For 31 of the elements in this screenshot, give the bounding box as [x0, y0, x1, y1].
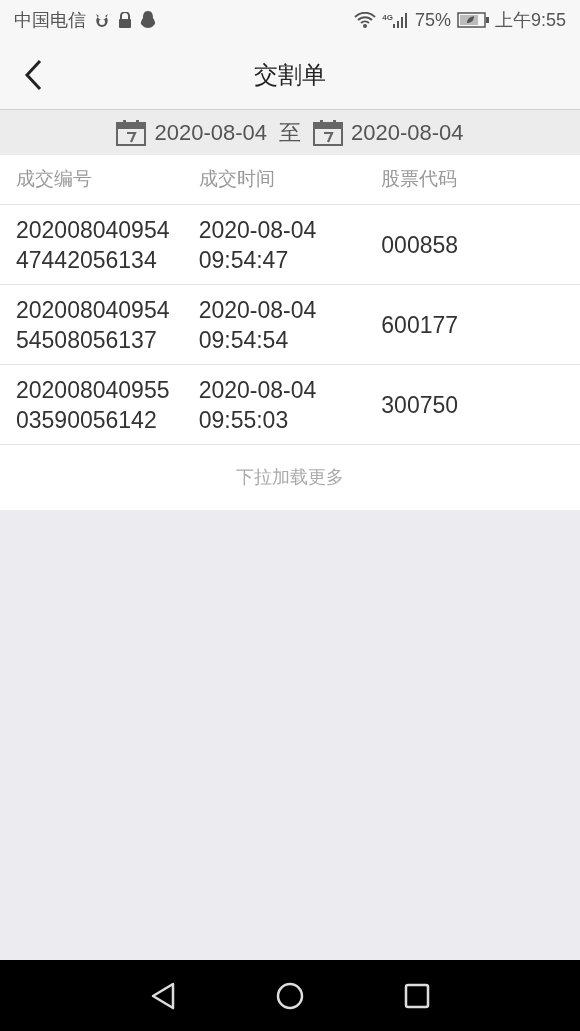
- back-nav-icon[interactable]: [150, 981, 176, 1010]
- wifi-icon: [354, 12, 377, 28]
- table-cell-text: 202008040954 47442056134: [16, 215, 171, 275]
- table-cell-text: 2020-08-04 09:54:54: [198, 295, 318, 355]
- column-header: 成交时间: [198, 167, 276, 192]
- range-separator: 至: [279, 119, 301, 147]
- home-nav-icon[interactable]: [276, 981, 304, 1010]
- table-cell-text: 202008040954 54508056137: [16, 295, 171, 355]
- carrier-name: 中国电信: [14, 8, 86, 32]
- recents-nav-icon[interactable]: [404, 982, 430, 1009]
- battery-icon: [456, 12, 489, 28]
- clock-time: 上午9:55: [494, 8, 566, 32]
- calendar-icon: [116, 119, 147, 146]
- calendar-icon: [313, 119, 343, 146]
- lock-icon: [118, 12, 132, 28]
- end-date[interactable]: 2020-08-04: [351, 116, 464, 149]
- table-cell-text: 600177: [381, 310, 460, 340]
- battery-percent: 75%: [414, 8, 451, 32]
- table-cell-text: 2020-08-04 09:55:03: [198, 375, 318, 435]
- back-icon: [24, 59, 42, 91]
- network-type: 4G: [382, 12, 393, 24]
- column-header: 成交编号: [16, 167, 93, 192]
- table-cell-text: 300750: [381, 390, 460, 420]
- load-more-hint: 下拉加载更多: [236, 466, 344, 489]
- page-title: 交割单: [254, 59, 326, 90]
- signal-icon: [392, 12, 409, 28]
- table-cell-text: 000858: [381, 230, 460, 260]
- start-date[interactable]: 2020-08-04: [154, 116, 267, 149]
- table-cell-text: 2020-08-04 09:54:47: [198, 215, 318, 275]
- column-header: 股票代码: [381, 167, 459, 192]
- table-cell-text: 202008040955 03590056142: [16, 375, 171, 435]
